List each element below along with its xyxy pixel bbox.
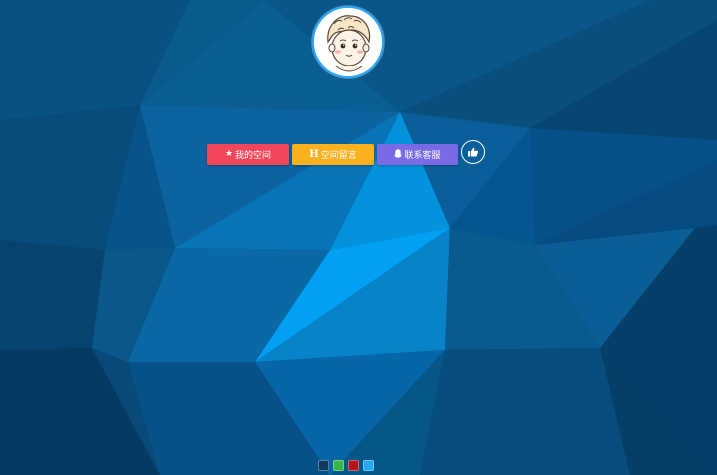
like-button[interactable] [461, 140, 485, 164]
space-message-label: 空间留言 [320, 151, 357, 161]
theme-swatch-red[interactable] [348, 460, 359, 471]
theme-color-swatches [318, 460, 374, 471]
my-space-button[interactable]: ★ 我的空间 [207, 144, 289, 165]
theme-swatch-dark-navy[interactable] [318, 460, 329, 471]
thumbs-up-icon [468, 147, 478, 157]
avatar[interactable] [312, 6, 384, 78]
theme-swatch-green[interactable] [333, 460, 344, 471]
theme-swatch-light-blue[interactable] [363, 460, 374, 471]
cartoon-boy-avatar-icon [314, 8, 382, 76]
space-message-button[interactable]: H 空间留言 [292, 144, 374, 165]
contact-service-label: 联系客服 [404, 151, 441, 161]
h-icon: H [309, 148, 319, 160]
star-icon: ★ [224, 149, 234, 159]
qq-penguin-icon [394, 148, 402, 161]
contact-service-button[interactable]: 联系客服 [377, 144, 458, 165]
my-space-label: 我的空间 [235, 151, 272, 161]
